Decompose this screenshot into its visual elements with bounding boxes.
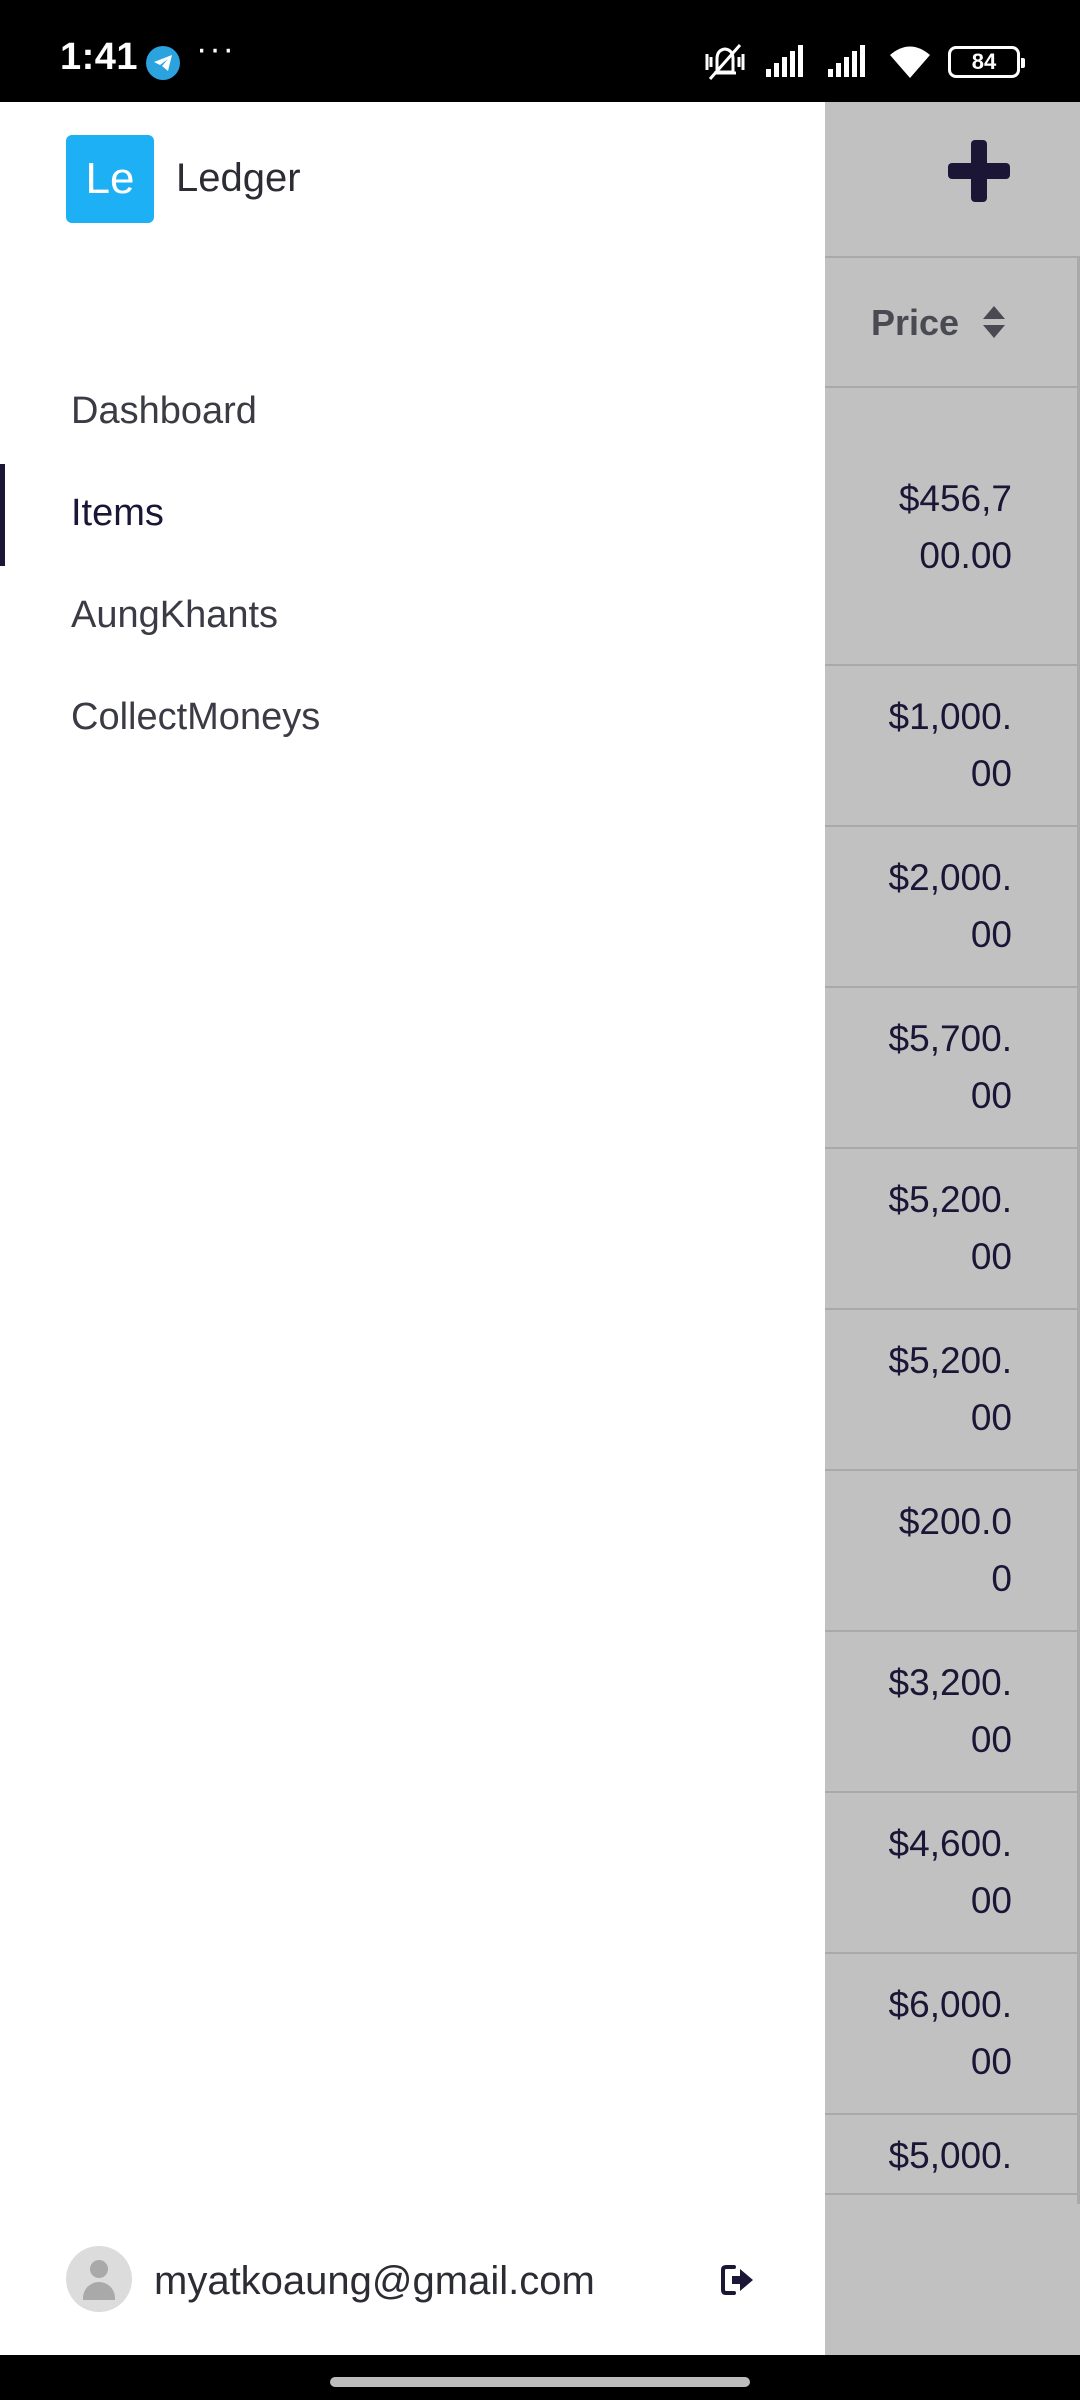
nav-item-aungkhants[interactable]: AungKhants	[0, 566, 825, 668]
price-cell: $5,200. 00	[888, 1340, 1012, 1438]
navigation-drawer: Le Ledger Dashboard Items AungKhants Col…	[0, 102, 825, 2355]
battery-icon: 84	[948, 46, 1025, 78]
sort-icon[interactable]	[983, 306, 1007, 342]
table-row[interactable]: $456,7 00.00	[825, 388, 1080, 666]
table-row[interactable]: $5,200. 00	[825, 1149, 1080, 1310]
user-email: myatkoaung@gmail.com	[154, 2259, 595, 2303]
signal-icon	[766, 45, 803, 77]
more-notifications-icon: ···	[196, 30, 236, 68]
signal-icon-2	[828, 45, 865, 77]
nav-item-label: AungKhants	[71, 594, 279, 636]
column-header-price[interactable]: Price	[871, 302, 959, 344]
app-name: Ledger	[176, 156, 301, 200]
items-table: $456,7 00.00 $1,000. 00 $2,000. 00 $5,70…	[825, 388, 1080, 2195]
nav-item-label: CollectMoneys	[71, 696, 321, 738]
mute-vibrate-icon	[705, 44, 745, 80]
price-cell: $2,000. 00	[888, 857, 1012, 955]
table-row[interactable]: $2,000. 00	[825, 827, 1080, 988]
system-nav-bar	[0, 2355, 1080, 2400]
drawer-nav: Dashboard Items AungKhants CollectMoneys	[0, 362, 825, 770]
nav-item-label: Dashboard	[71, 390, 257, 432]
price-cell: $5,700. 00	[888, 1018, 1012, 1116]
table-row[interactable]: $5,700. 00	[825, 988, 1080, 1149]
status-time: 1:41	[60, 36, 139, 78]
price-cell: $3,200. 00	[888, 1662, 1012, 1760]
table-row[interactable]: $6,000. 00	[825, 1954, 1080, 2115]
price-cell: $6,000. 00	[888, 1984, 1012, 2082]
price-cell: $456,7 00.00	[898, 478, 1012, 576]
price-cell: $5,200. 00	[888, 1179, 1012, 1277]
table-row[interactable]: $200.0 0	[825, 1471, 1080, 1632]
nav-item-items[interactable]: Items	[0, 464, 825, 566]
table-row[interactable]: $4,600. 00	[825, 1793, 1080, 1954]
price-cell: $5,000.	[888, 2135, 1012, 2176]
price-cell: $4,600. 00	[888, 1823, 1012, 1921]
nav-item-label: Items	[71, 492, 164, 534]
table-row[interactable]: $5,000.	[825, 2115, 1080, 2195]
add-item-button[interactable]	[948, 138, 1018, 208]
avatar[interactable]	[66, 2246, 132, 2312]
logout-icon[interactable]	[720, 2262, 756, 2298]
price-cell: $1,000. 00	[888, 696, 1012, 794]
status-icons: 84	[702, 40, 1025, 84]
table-row[interactable]: $1,000. 00	[825, 666, 1080, 827]
price-cell: $200.0 0	[898, 1501, 1012, 1599]
table-row[interactable]: $5,200. 00	[825, 1310, 1080, 1471]
status-bar: 1:41 ··· 84	[0, 0, 1080, 102]
battery-level: 84	[971, 49, 997, 74]
table-row[interactable]: $3,200. 00	[825, 1632, 1080, 1793]
telegram-icon	[146, 46, 180, 80]
nav-item-dashboard[interactable]: Dashboard	[0, 362, 825, 464]
wifi-icon	[890, 46, 930, 78]
table-header: Price	[825, 256, 1080, 388]
nav-item-collectmoneys[interactable]: CollectMoneys	[0, 668, 825, 770]
app-logo: Le	[66, 135, 154, 223]
home-indicator[interactable]	[330, 2377, 750, 2387]
